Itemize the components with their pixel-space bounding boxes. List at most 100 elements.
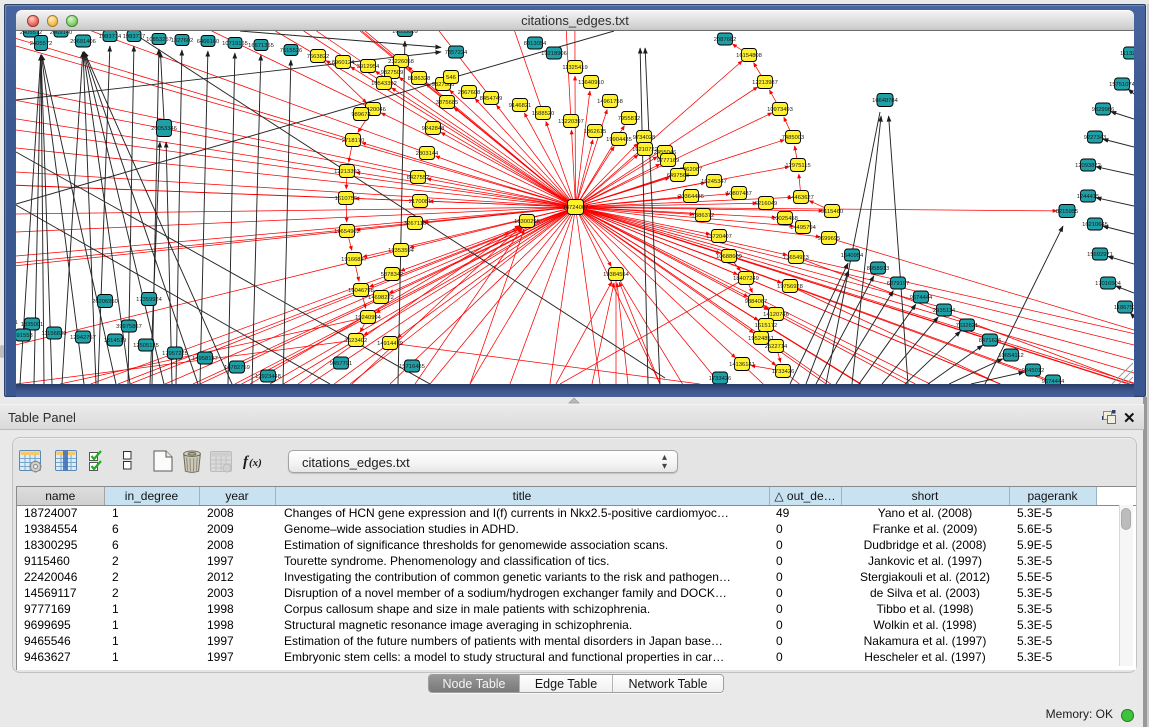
svg-text:2935114: 2935114 — [933, 308, 956, 314]
svg-text:18300295: 18300295 — [514, 219, 540, 225]
svg-text:10973493: 10973493 — [767, 107, 793, 113]
svg-text:7632621: 7632621 — [956, 323, 979, 329]
svg-text:16046798: 16046798 — [348, 288, 374, 294]
svg-text:3267110: 3267110 — [404, 221, 426, 227]
svg-text:7357224: 7357224 — [445, 50, 468, 56]
svg-text:2803144: 2803144 — [416, 151, 439, 157]
svg-text:12353594: 12353594 — [388, 248, 415, 254]
svg-text:8427552: 8427552 — [407, 175, 430, 181]
svg-text:13220397: 13220397 — [558, 119, 584, 125]
svg-text:8960124: 8960124 — [332, 60, 355, 66]
svg-text:16671355: 16671355 — [248, 43, 274, 49]
svg-text:2087682: 2087682 — [714, 37, 737, 43]
svg-text:18407249: 18407249 — [733, 276, 759, 282]
svg-text:14914479: 14914479 — [377, 341, 403, 347]
svg-text:1983717: 1983717 — [123, 34, 146, 40]
svg-text:1244415: 1244415 — [1077, 194, 1100, 200]
svg-text:2522714: 2522714 — [765, 344, 788, 350]
svg-text:10719155: 10719155 — [222, 41, 248, 47]
svg-text:933001: 933001 — [16, 320, 18, 326]
svg-text:6466160: 6466160 — [197, 39, 220, 45]
svg-text:14463627: 14463627 — [788, 195, 814, 201]
svg-text:1335001: 1335001 — [21, 322, 44, 328]
svg-text:8958913: 8958913 — [867, 266, 890, 272]
svg-text:3912954: 3912954 — [357, 64, 380, 70]
svg-text:1588520: 1588520 — [532, 111, 555, 117]
svg-text:1983714: 1983714 — [99, 34, 122, 40]
svg-text:11156829: 11156829 — [42, 331, 67, 337]
svg-text:7663822: 7663822 — [307, 54, 330, 60]
svg-text:1362615: 1362615 — [584, 129, 607, 135]
svg-text:11325419: 11325419 — [562, 65, 587, 71]
svg-text:10807487: 10807487 — [726, 191, 752, 197]
svg-text:12975115: 12975115 — [785, 163, 810, 169]
svg-text:1113264: 1113264 — [1120, 51, 1134, 57]
svg-text:20364486: 20364486 — [678, 194, 704, 200]
svg-text:7955812: 7955812 — [618, 116, 641, 122]
svg-text:6879197: 6879197 — [887, 281, 910, 287]
svg-text:9242848: 9242848 — [422, 126, 445, 132]
svg-text:9227343: 9227343 — [1084, 135, 1107, 141]
svg-text:3875685: 3875685 — [436, 100, 459, 106]
svg-text:10654112: 10654112 — [998, 353, 1023, 359]
svg-text:1186753: 1186753 — [1114, 305, 1134, 311]
svg-text:9457791: 9457791 — [330, 361, 353, 367]
svg-text:7386372: 7386372 — [692, 213, 715, 219]
svg-text:9699695: 9699695 — [818, 236, 841, 242]
svg-text:14698222: 14698222 — [368, 295, 394, 301]
svg-text:8471626: 8471626 — [979, 338, 1002, 344]
svg-text:14120746: 14120746 — [763, 312, 789, 318]
svg-text:16245347: 16245347 — [701, 179, 727, 185]
svg-text:9827509: 9827509 — [381, 70, 404, 76]
svg-text:19756928: 19756928 — [777, 284, 803, 290]
svg-text:9777169: 9777169 — [657, 158, 680, 164]
svg-text:1640954: 1640954 — [841, 253, 864, 259]
svg-text:19166827: 19166827 — [341, 257, 367, 263]
svg-text:10025458: 10025458 — [772, 216, 798, 222]
svg-text:16648784: 16648784 — [872, 98, 899, 104]
svg-text:17359924: 17359924 — [136, 297, 163, 303]
svg-text:20691406: 20691406 — [70, 39, 96, 45]
svg-text:1733426: 1733426 — [772, 369, 795, 375]
svg-text:19384554: 19384554 — [603, 272, 630, 278]
svg-text:14961758: 14961758 — [597, 99, 623, 105]
svg-text:16210645: 16210645 — [1082, 222, 1108, 228]
svg-text:391553: 391553 — [16, 333, 33, 339]
svg-text:1615172: 1615172 — [755, 323, 778, 329]
svg-text:15751074: 15751074 — [1109, 82, 1134, 88]
svg-text:18724007: 18724007 — [563, 205, 589, 211]
svg-text:14495794: 14495794 — [790, 225, 817, 231]
svg-text:19240994: 19240994 — [355, 315, 382, 321]
svg-text:12942757: 12942757 — [70, 335, 96, 341]
svg-text:19218906: 19218906 — [541, 51, 567, 57]
svg-text:13640910: 13640910 — [578, 80, 604, 86]
svg-text:14958137: 14958137 — [192, 356, 218, 362]
svg-text:1327602: 1327602 — [171, 38, 194, 44]
svg-text:9115460: 9115460 — [821, 209, 843, 215]
svg-text:989674: 989674 — [351, 112, 371, 118]
svg-text:23226058: 23226058 — [388, 59, 414, 65]
svg-text:19654962: 19654962 — [334, 229, 360, 235]
svg-text:26206950: 26206950 — [92, 299, 118, 305]
svg-text:6497568: 6497568 — [667, 173, 690, 179]
svg-text:16033809: 16033809 — [392, 31, 418, 35]
svg-text:17016504: 17016504 — [1095, 281, 1122, 287]
svg-text:15720407: 15720407 — [706, 234, 732, 240]
svg-text:10543392: 10543392 — [371, 81, 397, 87]
svg-text:13654923: 13654923 — [783, 255, 809, 261]
svg-text:12505135: 12505135 — [133, 343, 159, 349]
svg-text:8454749: 8454749 — [480, 96, 503, 102]
svg-text:12213393: 12213393 — [334, 169, 360, 175]
svg-text:7623402: 7623402 — [345, 338, 368, 344]
svg-text:1610755: 1610755 — [335, 196, 358, 202]
svg-text:9674444: 9674444 — [910, 295, 933, 301]
svg-text:12093872: 12093872 — [1075, 163, 1101, 169]
svg-text:9329966: 9329966 — [1092, 107, 1115, 113]
svg-text:(x): (x) — [249, 457, 262, 469]
svg-text:9245012: 9245012 — [1022, 368, 1045, 374]
svg-text:7485003: 7485003 — [782, 135, 805, 141]
svg-text:15716485: 15716485 — [399, 364, 425, 370]
svg-text:9734028: 9734028 — [633, 135, 656, 141]
svg-text:12213987: 12213987 — [752, 80, 778, 86]
svg-text:1314519: 1314519 — [104, 338, 127, 344]
